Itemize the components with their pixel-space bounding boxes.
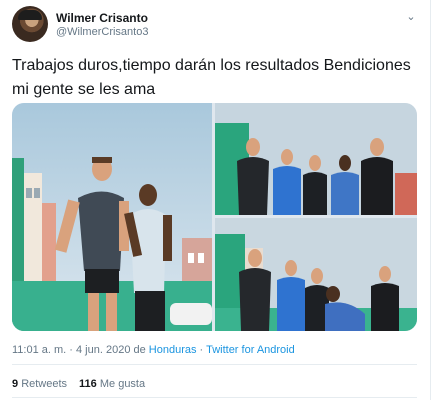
meta-from: de: [130, 344, 149, 356]
tweet-client-link[interactable]: Twitter for Android: [206, 344, 295, 356]
author-name[interactable]: Wilmer Crisanto: [56, 11, 148, 25]
tweet-location-link[interactable]: Honduras: [149, 344, 197, 356]
tweet-text-line-1: Trabajos duros,tiempo darán los resultad…: [12, 57, 411, 74]
retweets-count: 9: [12, 378, 19, 390]
media-grid: [12, 103, 417, 331]
tweet-time[interactable]: 11:01 a. m.: [12, 344, 66, 356]
tweet-stats: 9 Retweets 116 Me gusta: [12, 378, 145, 390]
divider: [12, 397, 417, 398]
avatar[interactable]: [12, 6, 48, 42]
meta-separator: ·: [196, 344, 207, 356]
tweet-text: Trabajos duros,tiempo darán los resultad…: [12, 54, 422, 102]
author-handle[interactable]: @WilmerCrisanto3: [56, 26, 148, 38]
meta-separator: ·: [66, 344, 76, 356]
likes-stat[interactable]: 116 Me gusta: [79, 378, 145, 390]
photo-two-players[interactable]: [12, 103, 212, 331]
photo-group-crouch[interactable]: [215, 218, 417, 331]
photo-group-five[interactable]: [215, 103, 417, 215]
divider: [12, 364, 417, 365]
tweet-card: Wilmer Crisanto @WilmerCrisanto3 ⌄ Traba…: [0, 0, 431, 400]
tweet-date[interactable]: 4 jun. 2020: [76, 344, 130, 356]
likes-label: Me gusta: [99, 378, 146, 390]
likes-count: 116: [79, 378, 97, 390]
tweet-text-line-2: mi gente se les ama: [12, 81, 156, 98]
retweets-label: Retweets: [21, 378, 68, 390]
tweet-meta: 11:01 a. m. · 4 jun. 2020 de Honduras · …: [12, 344, 295, 356]
chevron-down-icon[interactable]: ⌄: [404, 10, 418, 24]
retweets-stat[interactable]: 9 Retweets: [12, 378, 67, 390]
